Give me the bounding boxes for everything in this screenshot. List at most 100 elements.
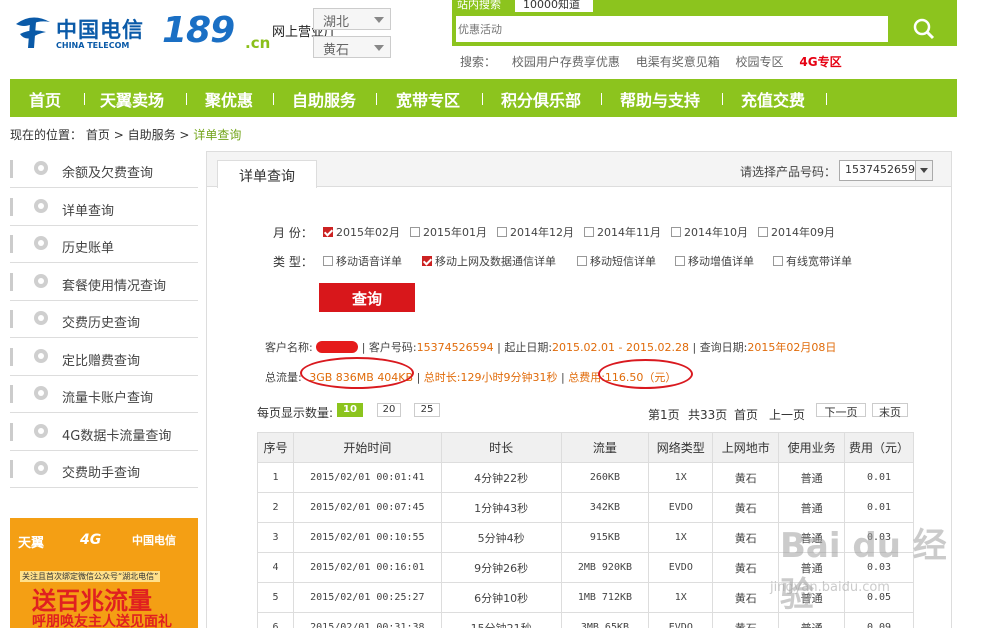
nav-item-self-service[interactable]: 自助服务 bbox=[292, 87, 356, 111]
breadcrumb-item-self-service[interactable]: 自助服务 bbox=[128, 128, 176, 142]
type-option-label: 移动短信详单 bbox=[590, 255, 656, 268]
page-size-option[interactable]: 20 bbox=[377, 403, 401, 417]
nav-divider bbox=[722, 93, 723, 105]
prev-page-link[interactable]: 上一页 bbox=[769, 406, 805, 423]
hot-search-label: 搜索： bbox=[460, 55, 497, 69]
sidebar-item-package-usage[interactable]: 套餐使用情况查询 bbox=[10, 264, 198, 301]
table-cell: 黄石 bbox=[712, 582, 780, 613]
province-select[interactable]: 湖北 bbox=[313, 8, 391, 30]
table-cell: 6 bbox=[257, 612, 294, 628]
sidebar-marker bbox=[10, 385, 13, 403]
nav-item-recharge[interactable]: 充值交费 bbox=[741, 87, 805, 111]
table-cell: 9分钟26秒 bbox=[440, 552, 562, 583]
logo[interactable]: 中国电信 CHINA TELECOM 189 .cn 网上营业厅 bbox=[10, 8, 337, 54]
type-option[interactable]: 移动短信详单 bbox=[577, 253, 656, 269]
redacted-name bbox=[316, 341, 359, 353]
product-number-select[interactable]: 15374526594 bbox=[839, 160, 933, 181]
sidebar-item-payment-history[interactable]: 交费历史查询 bbox=[10, 301, 198, 338]
hot-word-link[interactable]: 校园专区 bbox=[736, 55, 784, 69]
month-option-label: 2014年10月 bbox=[684, 226, 748, 239]
table-cell: 普通 bbox=[778, 492, 846, 523]
last-page-button[interactable]: 末页 bbox=[872, 403, 908, 419]
column-header: 开始时间 bbox=[292, 432, 442, 463]
table-row: 3 2015/02/01 00:10:55 5分钟4秒 915KB 1X 黄石 普通 0.03 bbox=[257, 522, 914, 553]
hot-word-link-4g[interactable]: 4G专区 bbox=[799, 55, 841, 69]
nav-item-home[interactable]: 首页 bbox=[29, 87, 61, 111]
search-input[interactable] bbox=[456, 16, 888, 42]
customer-info: 客户名称: | 客户号码:15374526594 | 起止日期:2015.02.… bbox=[265, 341, 837, 354]
table-cell: 0.09 bbox=[844, 612, 914, 628]
checkbox-icon[interactable] bbox=[410, 227, 420, 237]
search-icon bbox=[34, 161, 48, 175]
page-size-option-selected[interactable]: 10 bbox=[337, 403, 363, 417]
type-option[interactable]: 移动增值详单 bbox=[675, 253, 754, 269]
nav-item-deals[interactable]: 聚优惠 bbox=[205, 87, 253, 111]
hot-word-link[interactable]: 校园用户存费享优惠 bbox=[512, 55, 620, 69]
chevron-down-icon bbox=[374, 45, 384, 51]
search-button[interactable] bbox=[896, 14, 952, 44]
checkbox-icon[interactable] bbox=[773, 256, 783, 266]
type-option[interactable]: 移动语音详单 bbox=[323, 253, 402, 269]
sidebar-item-payment-assistant[interactable]: 交费助手查询 bbox=[10, 451, 198, 488]
month-option-label: 2014年11月 bbox=[597, 226, 661, 239]
checkbox-checked-icon[interactable] bbox=[422, 256, 432, 266]
nav-item-help[interactable]: 帮助与支持 bbox=[620, 87, 700, 111]
card-icon bbox=[34, 424, 48, 438]
city-select[interactable]: 黄石 bbox=[313, 36, 391, 58]
table-cell: 普通 bbox=[778, 552, 846, 583]
date-range-value: 2015.02.01 - 2015.02.28 bbox=[552, 341, 689, 354]
checkbox-icon[interactable] bbox=[758, 227, 768, 237]
type-option[interactable]: 移动上网及数据通信详单 bbox=[422, 253, 556, 269]
checkbox-icon[interactable] bbox=[323, 256, 333, 266]
checkbox-icon[interactable] bbox=[584, 227, 594, 237]
tab-10000-know[interactable]: 10000知道 bbox=[515, 0, 593, 12]
sidebar-item-label: 定比赠费查询 bbox=[62, 354, 141, 369]
month-option[interactable]: 2014年10月 bbox=[671, 224, 748, 240]
first-page-link[interactable]: 首页 bbox=[734, 406, 758, 423]
checkbox-checked-icon[interactable] bbox=[323, 227, 333, 237]
table-cell: 3MB 65KB bbox=[560, 612, 650, 628]
breadcrumb-separator: > bbox=[113, 128, 124, 142]
sidebar-item-data-card-account[interactable]: 流量卡账户查询 bbox=[10, 376, 198, 413]
sidebar-item-detail-bill[interactable]: 详单查询 bbox=[10, 189, 198, 226]
current-page: 第1页 bbox=[648, 408, 680, 422]
month-option[interactable]: 2015年02月 bbox=[323, 224, 400, 240]
nav-item-broadband[interactable]: 宽带专区 bbox=[396, 87, 460, 111]
page-size-option[interactable]: 25 bbox=[414, 403, 440, 417]
nav-item-store[interactable]: 天翼卖场 bbox=[100, 87, 164, 111]
sidebar-item-history-bill[interactable]: 历史账单 bbox=[10, 226, 198, 263]
nav-item-points-club[interactable]: 积分俱乐部 bbox=[501, 87, 581, 111]
promo-banner[interactable]: 天翼 4G 中国电信 关注且首次绑定微信公众号“湖北电信” 送百兆流量 呼朋唤友… bbox=[10, 518, 198, 628]
sidebar-item-balance[interactable]: 余额及欠费查询 bbox=[10, 151, 198, 188]
column-header: 上网地市 bbox=[712, 432, 780, 463]
type-option-label: 移动上网及数据通信详单 bbox=[435, 255, 556, 268]
sidebar-item-bonus-fee[interactable]: 定比赠费查询 bbox=[10, 339, 198, 376]
month-option-label: 2014年09月 bbox=[771, 226, 835, 239]
tab-detail-query[interactable]: 详单查询 bbox=[217, 160, 317, 188]
next-page-button[interactable]: 下一页 bbox=[816, 403, 866, 419]
table-cell: 3 bbox=[257, 522, 294, 553]
sidebar-marker bbox=[10, 198, 13, 216]
query-button[interactable]: 查询 bbox=[319, 283, 415, 312]
promo-brand-telecom: 中国电信 bbox=[132, 534, 176, 547]
table-cell: 1X bbox=[648, 522, 714, 553]
checkbox-icon[interactable] bbox=[577, 256, 587, 266]
sidebar-marker bbox=[10, 348, 13, 366]
month-option[interactable]: 2014年11月 bbox=[584, 224, 661, 240]
month-option[interactable]: 2014年09月 bbox=[758, 224, 835, 240]
type-option[interactable]: 有线宽带详单 bbox=[773, 253, 852, 269]
sidebar-item-4g-data-card[interactable]: 4G数据卡流量查询 bbox=[10, 414, 198, 451]
table-row: 6 2015/02/01 00:31:38 15分钟21秒 3MB 65KB EVDO 黄… bbox=[257, 612, 914, 628]
checkbox-icon[interactable] bbox=[675, 256, 685, 266]
month-option[interactable]: 2015年01月 bbox=[410, 224, 487, 240]
breadcrumb-label: 现在的位置： bbox=[10, 128, 83, 142]
month-label: 月 份： bbox=[273, 226, 313, 240]
month-option-label: 2015年02月 bbox=[336, 226, 400, 239]
checkbox-icon[interactable] bbox=[671, 227, 681, 237]
month-option[interactable]: 2014年12月 bbox=[497, 224, 574, 240]
tab-site-search[interactable]: 站内搜索 bbox=[457, 0, 517, 12]
breadcrumb-item-home[interactable]: 首页 bbox=[86, 128, 110, 142]
checkbox-icon[interactable] bbox=[497, 227, 507, 237]
hot-word-link[interactable]: 电渠有奖意见箱 bbox=[636, 55, 720, 69]
nav-divider bbox=[826, 93, 827, 105]
